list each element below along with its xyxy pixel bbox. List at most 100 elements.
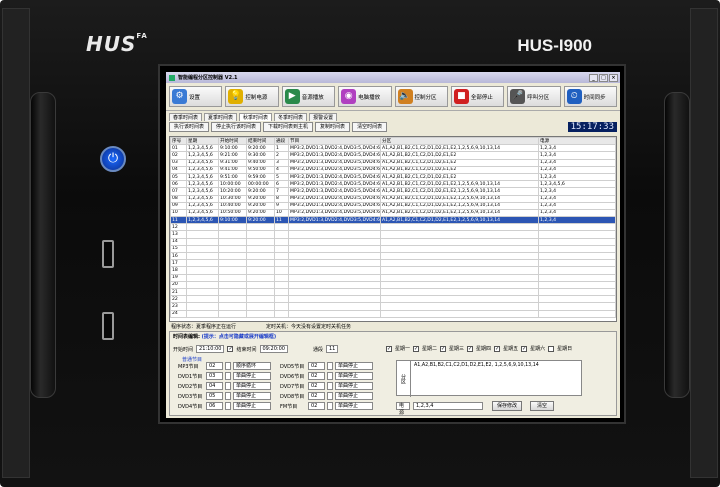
program-toggle[interactable] [327, 402, 333, 410]
play-mode-select[interactable]: 单曲停止 [233, 382, 271, 390]
save-button[interactable]: 保存修改 [492, 401, 522, 411]
command-button-2[interactable]: 下载时间表到主机 [263, 121, 314, 132]
editor-title[interactable]: 时间表编辑: (提示：点击可隐藏或展开编辑框) [170, 332, 616, 341]
start-time-input[interactable]: 21:10:00 [196, 345, 225, 353]
program-toggle[interactable] [225, 372, 231, 380]
program-number-select[interactable]: 06 [206, 402, 223, 410]
play-mode-select[interactable]: 单曲停止 [335, 402, 373, 410]
program-toggle[interactable] [327, 362, 333, 370]
program-number-select[interactable]: 02 [308, 372, 325, 380]
column-header[interactable]: 节目 [288, 137, 381, 146]
weekday-checkbox[interactable]: ✓ [440, 345, 447, 352]
table-row[interactable]: 07 1,2,3,4,5,6 10:20:00 9:20:00 7 MP3:2,DVD1:… [170, 187, 616, 196]
weekday-checkbox[interactable]: ✓ [521, 345, 528, 352]
play-mode-select[interactable]: 顺序循环 [233, 362, 271, 370]
power-input[interactable]: 1,2,3,4 [413, 402, 483, 410]
table-row[interactable]: 10 1,2,3,4,5,6 10:50:00 9:20:00 10 MP3:2,DVD1… [170, 208, 616, 218]
table-row[interactable]: 13 [170, 230, 616, 239]
toolbar-button-7[interactable]: ⏲ 时间同步 [563, 86, 617, 107]
table-row[interactable]: 08 1,2,3,4,5,6 10:30:00 9:20:00 8 MP3:2,DVD1:… [170, 194, 616, 203]
toolbar-button-6[interactable]: 🎤 呼叫分区 [507, 86, 561, 107]
table-row[interactable]: 02 1,2,3,4,5,6 9:21:00 9:30:00 2 MP3:2,DVD1:3… [170, 151, 616, 160]
command-button-3[interactable]: 复制时间表 [315, 121, 351, 132]
toolbar-button-4[interactable]: 🔈 控制分区 [394, 86, 448, 107]
tab-2[interactable]: 秋季时间表 [239, 113, 273, 121]
column-header[interactable]: 通段 [274, 137, 289, 146]
table-row[interactable]: 16 [170, 251, 616, 261]
program-number-select[interactable]: 05 [206, 392, 223, 400]
toolbar-button-1[interactable]: 💡 控制电源 [225, 86, 279, 107]
table-row[interactable]: 15 [170, 244, 616, 254]
table-row[interactable]: 04 1,2,3,4,5,6 9:41:00 9:50:00 4 MP3:2,DVD1:3… [170, 165, 616, 174]
play-mode-select[interactable]: 单曲停止 [335, 362, 373, 370]
program-number-select[interactable]: 04 [206, 382, 223, 390]
program-toggle[interactable] [327, 382, 333, 390]
zone-box[interactable]: 分区 A1,A2,B1,B2,C1,C2,D1,D2,E1,E2, 1,2,5,… [396, 360, 582, 397]
program-number-select[interactable]: 02 [206, 362, 223, 370]
tab-4[interactable]: 报警设置 [309, 113, 338, 121]
table-row[interactable]: 09 1,2,3,4,5,6 10:40:00 9:20:00 9 MP3:2,DVD1:… [170, 201, 616, 210]
table-row[interactable]: 11 1,2,3,4,5,6 9:10:00 9:20:00 11 MP3:2,DVD1:… [170, 216, 616, 225]
program-toggle[interactable] [225, 362, 231, 370]
toolbar-button-5[interactable]: ■ 全部停止 [450, 86, 505, 107]
table-row[interactable]: 14 [170, 237, 616, 246]
column-header[interactable]: 分区 [380, 137, 539, 146]
program-number-select[interactable]: 02 [308, 402, 325, 410]
command-button-4[interactable]: 清空时间表 [352, 121, 388, 132]
play-mode-select[interactable]: 单曲停止 [233, 402, 271, 410]
clear-button[interactable]: 清空 [530, 401, 554, 411]
end-time-checkbox[interactable]: ✓ [227, 346, 234, 352]
tab-1[interactable]: 夏季时间表 [204, 113, 238, 121]
weekday-checkbox[interactable]: ✓ [386, 345, 392, 352]
table-row[interactable]: 23 [170, 302, 616, 311]
table-row[interactable]: 20 [170, 280, 616, 289]
weekday-checkbox[interactable]: ✓ [467, 345, 474, 352]
table-row[interactable]: 06 1,2,3,4,5,6 10:00:00 00:00:00 6 MP3:2,DVD1… [170, 180, 616, 189]
close-button[interactable]: × [609, 73, 618, 82]
table-row[interactable]: 03 1,2,3,4,5,6 9:31:00 9:40:00 3 MP3:2,DVD1:3… [170, 158, 616, 167]
table-row[interactable]: 18 [170, 266, 616, 275]
schedule-table[interactable]: 序号 星期 开始时间 结束时间 通段 节目 分区 电源 01 1,2,3,4,5,6 9:10:0… [169, 136, 617, 322]
play-mode-select[interactable]: 单曲停止 [335, 382, 373, 390]
table-row[interactable]: 19 [170, 273, 616, 282]
program-toggle[interactable] [327, 392, 333, 400]
toolbar-button-0[interactable]: ⚙ 设置 [169, 86, 223, 107]
program-number-select[interactable]: 02 [308, 392, 325, 400]
weekday-checkbox[interactable] [548, 345, 555, 352]
play-mode-select[interactable]: 单曲停止 [233, 372, 271, 380]
column-header[interactable]: 结束时间 [246, 137, 275, 146]
play-mode-select[interactable]: 单曲停止 [335, 372, 373, 380]
table-row[interactable]: 17 [170, 259, 616, 268]
program-toggle[interactable] [327, 372, 333, 380]
weekday-checkbox[interactable]: ✓ [413, 345, 420, 352]
column-header[interactable]: 开始时间 [218, 137, 247, 146]
program-toggle[interactable] [225, 392, 231, 400]
column-header[interactable]: 星期 [186, 137, 219, 146]
program-toggle[interactable] [225, 402, 231, 410]
table-row[interactable]: 24 [170, 309, 616, 318]
power-button-icon[interactable]: ⏻ [100, 146, 126, 172]
tab-3[interactable]: 冬季时间表 [274, 113, 308, 121]
program-number-select[interactable]: 02 [308, 382, 325, 390]
column-header[interactable]: 电源 [538, 137, 616, 146]
command-button-1[interactable]: 停止执行该时间表 [211, 121, 262, 132]
table-row[interactable]: 01 1,2,3,4,5,6 9:10:00 9:20:00 1 MP3:2,DVD1:3… [170, 144, 616, 153]
column-header[interactable]: 序号 [170, 137, 187, 146]
toolbar-button-2[interactable]: ▶ 音源播放 [281, 86, 336, 107]
channel-select[interactable]: 11 [325, 345, 339, 353]
minimize-button[interactable]: _ [589, 73, 598, 82]
tab-0[interactable]: 春季时间表 [169, 113, 203, 121]
maximize-button[interactable]: □ [599, 73, 608, 82]
play-mode-select[interactable]: 单曲停止 [335, 392, 373, 400]
table-row[interactable]: 21 [170, 287, 616, 297]
program-toggle[interactable] [225, 382, 231, 390]
table-row[interactable]: 05 1,2,3,4,5,6 9:51:00 9:59:00 5 MP3:2,DVD1:3… [170, 172, 616, 182]
toolbar-button-3[interactable]: ◉ 电脑播放 [338, 86, 392, 107]
command-button-0[interactable]: 执行该时间表 [169, 121, 210, 132]
table-row[interactable]: 22 [170, 295, 616, 304]
weekday-checkbox[interactable]: ✓ [494, 345, 501, 352]
program-number-select[interactable]: 02 [308, 362, 325, 370]
end-time-input[interactable]: 09:20:00 [259, 345, 288, 353]
table-row[interactable]: 12 [170, 223, 616, 232]
program-number-select[interactable]: 03 [206, 372, 223, 380]
